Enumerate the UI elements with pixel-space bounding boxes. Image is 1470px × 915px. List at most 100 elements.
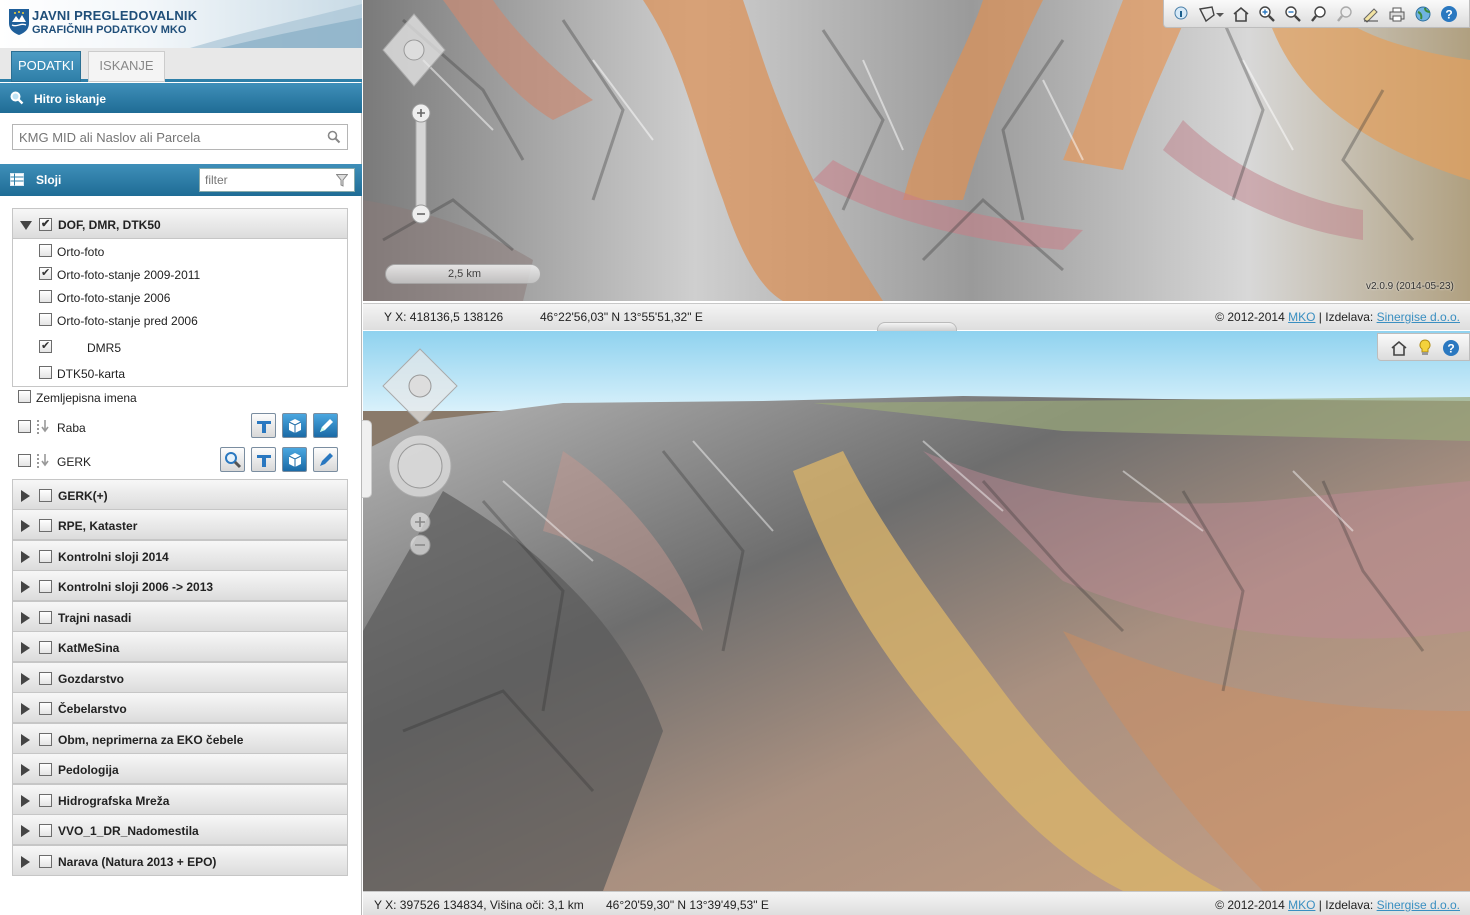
zoom-in-icon[interactable] xyxy=(1258,5,1276,23)
expand-arrow-icon[interactable] xyxy=(21,825,30,837)
sidebar-collapse-handle[interactable] xyxy=(362,420,372,498)
expand-arrow-icon[interactable] xyxy=(21,551,30,563)
view-splitter-handle[interactable] xyxy=(877,322,957,331)
help-icon[interactable]: ? xyxy=(1440,5,1458,23)
layer-group-katmesina[interactable]: KatMeSina xyxy=(12,631,348,662)
layer-group-checkbox[interactable] xyxy=(39,641,52,654)
expand-arrow-icon[interactable] xyxy=(21,764,30,776)
expand-arrow-icon[interactable] xyxy=(21,490,30,502)
zoom-extent-icon[interactable] xyxy=(1310,5,1328,23)
expand-arrow-icon[interactable] xyxy=(21,612,30,624)
layer-group-checkbox[interactable] xyxy=(39,611,52,624)
layer-checkbox[interactable] xyxy=(18,420,31,433)
sinergise-link[interactable]: Sinergise d.o.o. xyxy=(1377,898,1460,912)
layer-group-checkbox[interactable] xyxy=(39,672,52,685)
edit-button[interactable] xyxy=(313,413,338,438)
layer-group-rpe-kataster[interactable]: RPE, Kataster xyxy=(12,509,348,540)
layer-group-checkbox[interactable] xyxy=(39,519,52,532)
expand-arrow-icon[interactable] xyxy=(21,581,30,593)
zoom-previous-icon[interactable] xyxy=(1336,5,1354,23)
expand-arrow-icon[interactable] xyxy=(21,520,30,532)
map-3d-view[interactable] xyxy=(363,331,1470,891)
expand-arrow-icon[interactable] xyxy=(21,734,30,746)
identify-icon[interactable] xyxy=(1172,5,1190,23)
layer-item[interactable]: DTK50-karta xyxy=(13,362,349,385)
search-submit-icon[interactable] xyxy=(327,130,341,144)
layer-group-hidrografska-mreza[interactable]: Hidrografska Mreža xyxy=(12,784,348,815)
expand-arrow-icon[interactable] xyxy=(21,642,30,654)
legend-button[interactable] xyxy=(251,413,276,438)
layer-group-kontrolni-2014[interactable]: Kontrolni sloji 2014 xyxy=(12,540,348,571)
map-2d-view[interactable]: 2,5 km xyxy=(363,0,1470,301)
layer-item[interactable]: DMR5 xyxy=(13,336,349,359)
quick-search-header[interactable]: Hitro iskanje xyxy=(0,83,362,113)
measure-icon[interactable] xyxy=(1362,5,1380,23)
pan-control-icon[interactable] xyxy=(381,12,447,88)
layer-group-checkbox[interactable] xyxy=(39,855,52,868)
sinergise-link[interactable]: Sinergise d.o.o. xyxy=(1377,310,1460,324)
layer-group-cebelarstvo[interactable]: Čebelarstvo xyxy=(12,692,348,723)
layer-group-checkbox[interactable] xyxy=(39,580,52,593)
layer-group-checkbox[interactable] xyxy=(39,550,52,563)
layer-filter-input[interactable] xyxy=(200,169,330,191)
collapse-arrow-icon[interactable] xyxy=(20,221,32,230)
expand-arrow-icon[interactable] xyxy=(21,795,30,807)
layer-group-pedologija[interactable]: Pedologija xyxy=(12,753,348,784)
zoom-button[interactable] xyxy=(220,447,245,472)
pan-control-3d-icon[interactable] xyxy=(381,347,459,425)
layer-checkbox[interactable] xyxy=(18,454,31,467)
mko-link[interactable]: MKO xyxy=(1288,898,1315,912)
globe-icon[interactable] xyxy=(1414,5,1432,23)
info-button[interactable] xyxy=(282,413,307,438)
layer-group-checkbox[interactable] xyxy=(39,217,52,231)
layer-group-checkbox[interactable] xyxy=(39,733,52,746)
drag-handle-icon[interactable] xyxy=(36,418,50,436)
layer-item[interactable]: Orto-foto xyxy=(13,240,349,263)
print-icon[interactable] xyxy=(1388,5,1406,23)
layer-group-trajni-nasadi[interactable]: Trajni nasadi xyxy=(12,601,348,632)
layer-group-narava[interactable]: Narava (Natura 2013 + EPO) xyxy=(12,845,348,876)
quick-search-input[interactable] xyxy=(13,125,313,149)
layer-item[interactable]: Orto-foto-stanje 2006 xyxy=(13,286,349,309)
layer-group-gozdarstvo[interactable]: Gozdarstvo xyxy=(12,662,348,693)
layer-zemljepisna-imena[interactable]: Zemljepisna imena xyxy=(12,388,348,410)
layer-checkbox[interactable] xyxy=(39,290,52,303)
layer-checkbox[interactable] xyxy=(18,390,31,403)
help-icon[interactable]: ? xyxy=(1442,339,1460,357)
layer-group-checkbox[interactable] xyxy=(39,702,52,715)
expand-arrow-icon[interactable] xyxy=(21,673,30,685)
layer-group-vvo[interactable]: VVO_1_DR_Nadomestila xyxy=(12,814,348,845)
rotate-control-icon[interactable] xyxy=(387,433,453,499)
layer-group-checkbox[interactable] xyxy=(39,763,52,776)
edit-button[interactable] xyxy=(313,447,338,472)
layer-checkbox[interactable] xyxy=(39,366,52,379)
info-button[interactable] xyxy=(282,447,307,472)
layer-checkbox[interactable] xyxy=(39,244,52,257)
layer-group-gerk-plus[interactable]: GERK(+) xyxy=(12,479,348,510)
zoom-slider-icon[interactable] xyxy=(408,102,434,226)
expand-arrow-icon[interactable] xyxy=(21,856,30,868)
layer-checkbox[interactable] xyxy=(39,339,52,353)
zoom-out-icon[interactable] xyxy=(1284,5,1302,23)
layer-group-dof[interactable]: DOF, DMR, DTK50 xyxy=(12,208,348,239)
drag-handle-icon[interactable] xyxy=(36,452,50,470)
layer-item[interactable]: Orto-foto-stanje 2009-2011 xyxy=(13,263,349,286)
layer-group-kontrolni-2006-2013[interactable]: Kontrolni sloji 2006 -> 2013 xyxy=(12,570,348,601)
tab-podatki[interactable]: PODATKI xyxy=(11,51,81,82)
mko-link[interactable]: MKO xyxy=(1288,310,1315,324)
filter-icon[interactable] xyxy=(336,174,348,187)
layer-checkbox[interactable] xyxy=(39,313,52,326)
layer-item[interactable]: Orto-foto-stanje pred 2006 xyxy=(13,309,349,332)
tab-iskanje[interactable]: ISKANJE xyxy=(88,51,165,82)
chevron-down-icon[interactable] xyxy=(1214,5,1226,23)
layer-group-checkbox[interactable] xyxy=(39,794,52,807)
layer-group-checkbox[interactable] xyxy=(39,824,52,837)
legend-button[interactable] xyxy=(251,447,276,472)
zoom-3d-control-icon[interactable] xyxy=(406,511,434,557)
home-icon[interactable] xyxy=(1390,339,1408,357)
expand-arrow-icon[interactable] xyxy=(21,703,30,715)
home-icon[interactable] xyxy=(1232,5,1250,23)
layer-group-obm-eko-cebele[interactable]: Obm, neprimerna za EKO čebele xyxy=(12,723,348,754)
layer-checkbox[interactable] xyxy=(39,266,52,280)
lightbulb-icon[interactable] xyxy=(1416,339,1434,357)
